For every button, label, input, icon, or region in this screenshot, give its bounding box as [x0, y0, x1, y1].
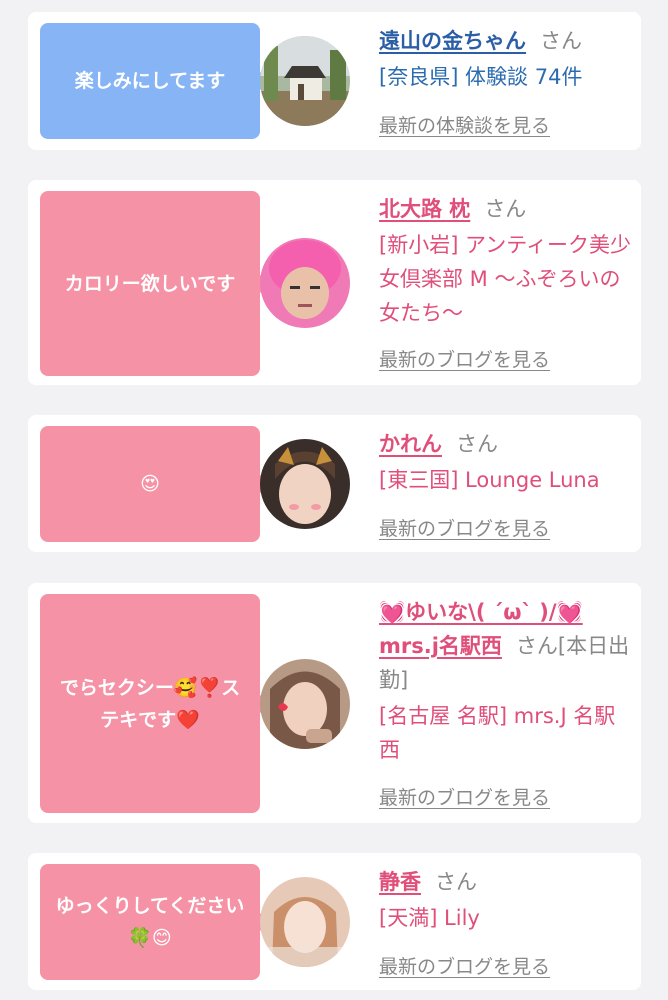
- user-info: 静香 さん [天満] Lily: [379, 865, 634, 935]
- user-info: 💓ゆいな\( ´ω` )/💓mrs.j名駅西 さん[本日出勤] [名古屋 名駅] …: [379, 595, 634, 767]
- user-info: 遠山の金ちゃん さん [奈良県] 体験談 74件: [379, 24, 634, 94]
- avatar[interactable]: [260, 238, 350, 328]
- see-latest-link[interactable]: 最新のブログを見る: [379, 783, 550, 810]
- avatar[interactable]: [260, 439, 350, 529]
- see-latest-link[interactable]: 最新のブログを見る: [379, 952, 550, 979]
- comment-text: カロリー欲しいです: [64, 272, 236, 295]
- review-card-2: カロリー欲しいです 北大路 枕さん [新小岩] アンティーク美少女倶楽部 M 〜…: [28, 180, 641, 385]
- comment-bubble: 楽しみにしてます: [40, 23, 269, 139]
- comment-bubble: 😍: [40, 426, 269, 542]
- user-detail: [新小岩] アンティーク美少女倶楽部 M 〜ふぞろいの女たち〜: [379, 233, 631, 325]
- comment-text: でらセクシー🥰❣️ステキです❤️: [59, 676, 241, 731]
- review-card-4: でらセクシー🥰❣️ステキです❤️ 💓ゆいな\( ´ω` )/💓mrs.j名駅西さ…: [28, 583, 641, 823]
- user-info: かれん さん [東三国] Lounge Luna: [379, 427, 634, 497]
- honorific: さん: [540, 29, 582, 53]
- avatar[interactable]: [260, 36, 350, 126]
- honorific: さん: [484, 197, 527, 221]
- user-detail: [東三国] Lounge Luna: [379, 468, 600, 492]
- user-detail: [奈良県] 体験談 74件: [379, 65, 583, 89]
- see-latest-link[interactable]: 最新のブログを見る: [379, 514, 550, 541]
- user-name-link[interactable]: 北大路 枕: [379, 197, 470, 221]
- avatar[interactable]: [260, 877, 350, 967]
- comment-text: 楽しみにしてます: [74, 70, 226, 92]
- comment-bubble: カロリー欲しいです: [40, 191, 269, 376]
- see-latest-link[interactable]: 最新のブログを見る: [379, 345, 550, 372]
- comment-text: 😍: [140, 473, 160, 495]
- comment-bubble: でらセクシー🥰❣️ステキです❤️: [40, 594, 269, 813]
- user-detail: [天満] Lily: [379, 906, 480, 930]
- avatar[interactable]: [260, 659, 350, 749]
- see-latest-link[interactable]: 最新の体験談を見る: [379, 111, 550, 138]
- user-name-link[interactable]: 静香: [379, 870, 421, 894]
- review-card-5: ゆっくりしてください🍀😊 静香 さん [天満] Lily 最新のブログを見る: [28, 853, 641, 990]
- review-card-3: 😍 かれん さん [東三国] Lounge Luna 最新のブログを見る: [28, 415, 641, 552]
- comment-text: ゆっくりしてください🍀😊: [55, 895, 245, 949]
- honorific: さん: [456, 432, 498, 456]
- user-name-link[interactable]: かれん: [379, 432, 442, 456]
- comment-bubble: ゆっくりしてください🍀😊: [40, 864, 269, 980]
- user-info: 北大路 枕さん [新小岩] アンティーク美少女倶楽部 M 〜ふぞろいの女たち〜: [379, 192, 634, 330]
- review-card-1: 楽しみにしてます 遠山の金ちゃん さん [奈良県] 体験談 74件 最新の体験談を…: [28, 12, 641, 150]
- user-detail: [名古屋 名駅] mrs.J 名駅西: [379, 704, 616, 762]
- user-name-link[interactable]: 遠山の金ちゃん: [379, 29, 526, 53]
- honorific: さん: [435, 870, 477, 894]
